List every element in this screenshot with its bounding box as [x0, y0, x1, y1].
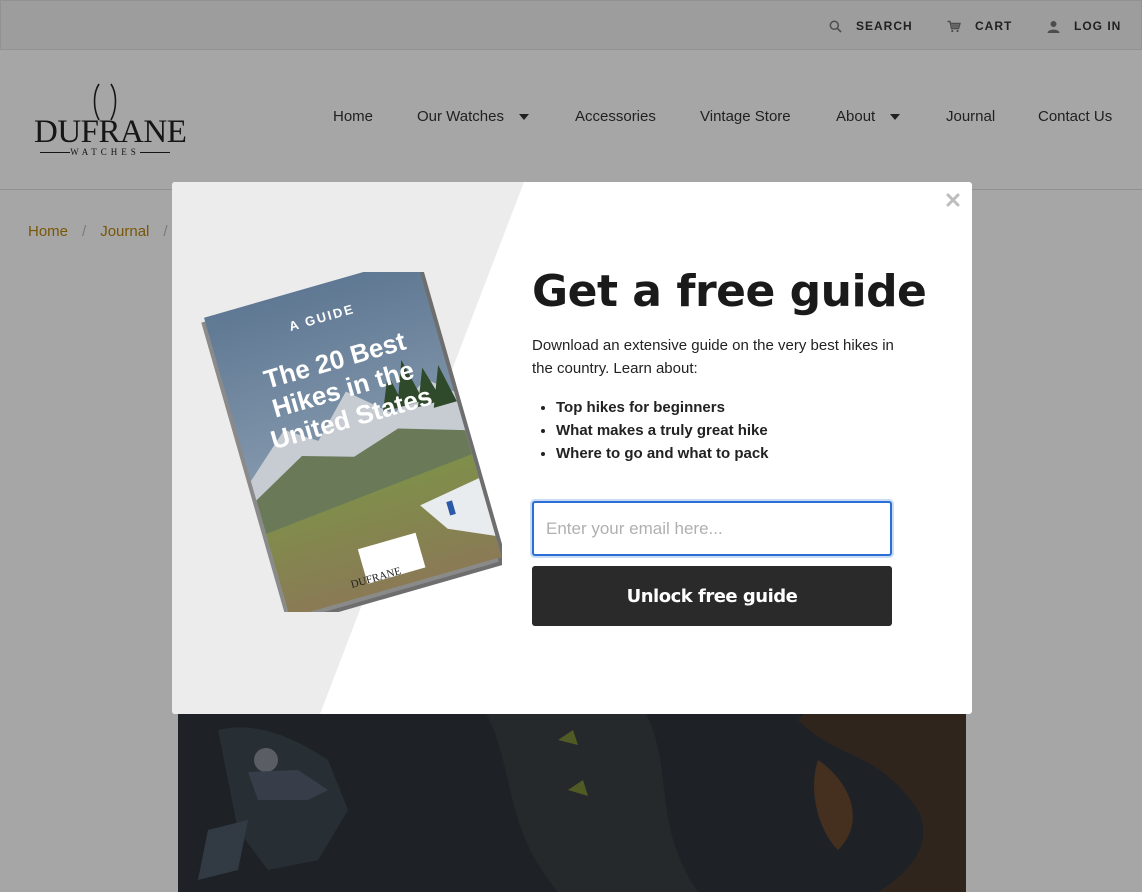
modal-title: Get a free guide — [532, 266, 927, 317]
email-field[interactable] — [532, 501, 892, 556]
benefit-list: Top hikes for beginners What makes a tru… — [556, 396, 769, 465]
guide-book-image — [201, 257, 508, 625]
modal-description: Download an extensive guide on the very … — [532, 337, 894, 377]
unlock-guide-button[interactable]: Unlock free guide — [532, 566, 892, 626]
list-item: What makes a truly great hike — [556, 419, 769, 442]
list-item: Top hikes for beginners — [556, 396, 769, 419]
guide-book-cover: A GUIDE The 20 Best Hikes in the United … — [200, 257, 508, 625]
lead-capture-modal: A GUIDE The 20 Best Hikes in the United … — [172, 182, 972, 714]
list-item: Where to go and what to pack — [556, 442, 769, 465]
close-icon[interactable] — [945, 192, 961, 208]
